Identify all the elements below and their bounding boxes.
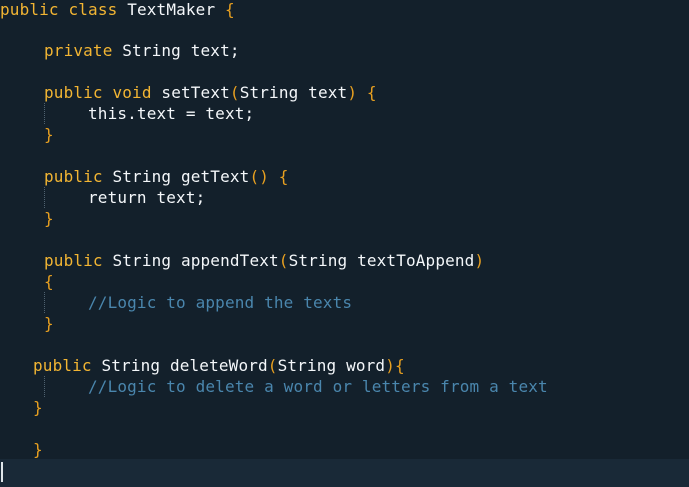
code-token: public void: [44, 83, 162, 102]
code-token: (: [267, 356, 278, 375]
indent-guide: [44, 376, 45, 397]
code-line-settext-body[interactable]: this.text = text;: [88, 103, 254, 124]
code-token: }: [44, 125, 54, 144]
text-cursor: [1, 462, 3, 482]
code-token: ){: [385, 356, 405, 375]
code-token: (: [229, 83, 240, 102]
indent-guide: [44, 103, 45, 124]
indent-guide: [44, 187, 45, 208]
code-token: {: [215, 0, 235, 19]
code-token: String text: [239, 83, 348, 102]
code-token: {: [44, 272, 54, 291]
code-token: }: [44, 314, 54, 333]
code-line-deleteword-signature[interactable]: public String deleteWord(String word){: [33, 355, 405, 376]
code-line-gettext-close[interactable]: }: [44, 208, 54, 229]
code-token: String appendText: [112, 251, 279, 270]
code-token: return text;: [88, 188, 206, 207]
code-token: String textToAppend: [288, 251, 475, 270]
code-token: String deleteWord: [101, 356, 268, 375]
code-line-gettext-signature[interactable]: public String getText() {: [44, 166, 289, 187]
code-line-appendtext-close[interactable]: }: [44, 313, 54, 334]
code-line-appendtext-comment[interactable]: //Logic to append the texts: [88, 292, 352, 313]
code-token: String text;: [122, 41, 240, 60]
code-line-settext-close[interactable]: }: [44, 124, 54, 145]
code-token: public: [44, 167, 113, 186]
code-token: //Logic to append the texts: [88, 293, 353, 312]
code-token: private: [44, 41, 123, 60]
code-token: public: [44, 251, 113, 270]
code-token: setText: [161, 83, 230, 102]
code-line-deleteword-comment[interactable]: //Logic to delete a word or letters from…: [88, 376, 548, 397]
code-token: () {: [249, 167, 289, 186]
code-line-deleteword-close[interactable]: }: [33, 397, 43, 418]
active-line-highlight: [0, 459, 689, 487]
code-token: ): [474, 251, 485, 270]
code-line-class-declaration[interactable]: public class TextMaker {: [0, 0, 235, 20]
code-line-gettext-body[interactable]: return text;: [88, 187, 205, 208]
code-editor[interactable]: public class TextMaker { private String …: [0, 0, 689, 487]
code-line-appendtext-signature[interactable]: public String appendText(String textToAp…: [44, 250, 484, 271]
code-token: public: [33, 356, 102, 375]
code-line-field-text[interactable]: private String text;: [44, 40, 240, 61]
indent-guide: [44, 292, 45, 313]
code-token: }: [33, 440, 43, 459]
code-token: (: [278, 251, 289, 270]
code-token: ) {: [347, 83, 377, 102]
code-line-appendtext-open[interactable]: {: [44, 271, 54, 292]
code-token: String word: [277, 356, 386, 375]
code-token: String getText: [112, 167, 250, 186]
code-token: public class: [0, 0, 128, 19]
code-token: }: [44, 209, 54, 228]
code-token: }: [33, 398, 43, 417]
code-token: this.text = text;: [88, 104, 255, 123]
code-line-settext-signature[interactable]: public void setText(String text) {: [44, 82, 377, 103]
code-line-class-close[interactable]: }: [33, 439, 43, 460]
code-token: //Logic to delete a word or letters from…: [88, 377, 548, 396]
code-token: TextMaker: [127, 0, 216, 19]
